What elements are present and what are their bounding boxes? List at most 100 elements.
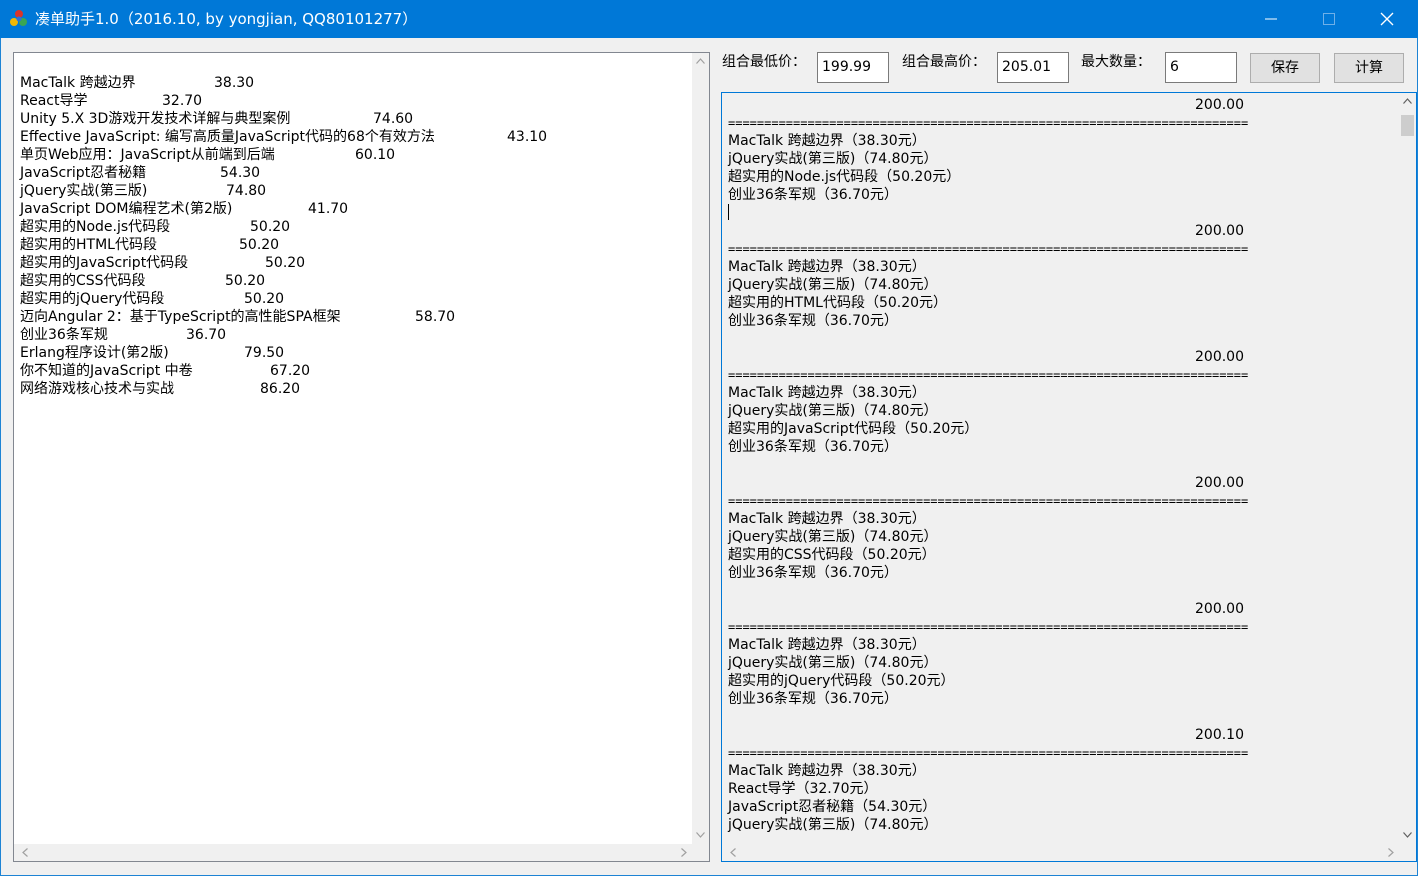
- book-price: 58.70: [415, 309, 456, 325]
- scroll-left-arrow-icon[interactable]: [16, 844, 33, 861]
- book-name: 超实用的Node.js代码段: [20, 219, 171, 235]
- book-price: 50.20: [244, 291, 285, 307]
- result-group: 200.00 ==================================…: [728, 474, 1388, 600]
- result-item: MacTalk 跨越边界（38.30元）: [728, 637, 926, 653]
- max-price-label: 组合最高价：: [902, 54, 986, 70]
- minimize-button[interactable]: [1242, 0, 1300, 38]
- max-count-input[interactable]: 6: [1165, 52, 1237, 83]
- max-price-input[interactable]: 205.01: [997, 52, 1069, 83]
- result-items: MacTalk 跨越边界（38.30元） jQuery实战(第三版)（74.80元…: [728, 636, 955, 708]
- book-price: 50.20: [225, 273, 266, 289]
- result-separator: ========================================…: [728, 746, 1249, 760]
- book-list-textbox[interactable]: MacTalk 跨越边界 38.30 React导学 32.70 Unity 5.X 3…: [13, 52, 710, 862]
- book-name: Erlang程序设计(第2版): [20, 345, 169, 361]
- result-total: 200.00: [1195, 475, 1244, 491]
- close-button[interactable]: [1358, 0, 1416, 38]
- book-list-vertical-scrollbar[interactable]: [692, 53, 709, 844]
- result-item: 创业36条军规（36.70元）: [728, 313, 898, 329]
- result-items: MacTalk 跨越边界（38.30元） React导学（32.70元） JavaS…: [728, 762, 937, 834]
- save-button[interactable]: 保存: [1250, 53, 1320, 83]
- book-row: JavaScript DOM编程艺术(第2版) 41.70: [20, 200, 435, 218]
- result-item: 超实用的Node.js代码段（50.20元）: [728, 169, 961, 185]
- book-price: 60.10: [355, 147, 396, 163]
- scroll-up-arrow-icon[interactable]: [1399, 93, 1416, 110]
- scroll-down-arrow-icon[interactable]: [1399, 827, 1416, 844]
- minimize-icon: [1265, 18, 1277, 20]
- result-item: jQuery实战(第三版)（74.80元）: [728, 655, 938, 671]
- book-name: 你不知道的JavaScript 中卷: [20, 363, 193, 379]
- result-items: MacTalk 跨越边界（38.30元） jQuery实战(第三版)（74.80元…: [728, 132, 960, 204]
- result-items: MacTalk 跨越边界（38.30元） jQuery实战(第三版)（74.80元…: [728, 510, 937, 582]
- book-row: 超实用的JavaScript代码段 50.20: [20, 254, 435, 272]
- result-item: 创业36条军规（36.70元）: [728, 187, 898, 203]
- result-separator: ========================================…: [728, 116, 1249, 130]
- result-item: MacTalk 跨越边界（38.30元）: [728, 259, 926, 275]
- book-price: 36.70: [186, 327, 227, 343]
- book-list-horizontal-scrollbar[interactable]: [14, 844, 692, 861]
- result-item: 超实用的CSS代码段（50.20元）: [728, 547, 936, 563]
- result-group: 200.00 ==================================…: [728, 96, 1388, 222]
- book-name: MacTalk 跨越边界: [20, 75, 136, 91]
- window-title: 凑单助手1.0（2016.10, by yongjian, QQ80101277…: [35, 10, 418, 28]
- book-name: Effective JavaScript: 编写高质量JavaScript代码的…: [20, 129, 435, 145]
- book-name: 超实用的jQuery代码段: [20, 291, 165, 307]
- min-price-input[interactable]: 199.99: [817, 52, 889, 83]
- book-name: JavaScript忍者秘籍: [20, 165, 147, 181]
- results-scroll-thumb[interactable]: [1401, 115, 1414, 136]
- book-price: 32.70: [162, 93, 203, 109]
- book-name: 创业36条军规: [20, 327, 108, 343]
- min-price-label: 组合最低价：: [722, 54, 806, 70]
- results-textbox[interactable]: 200.00 ==================================…: [721, 92, 1417, 862]
- result-item: jQuery实战(第三版)（74.80元）: [728, 151, 938, 167]
- book-row: MacTalk 跨越边界 38.30: [20, 74, 435, 92]
- book-row: Erlang程序设计(第2版) 79.50: [20, 344, 435, 362]
- result-item: 创业36条军规（36.70元）: [728, 439, 898, 455]
- result-total: 200.10: [1195, 727, 1244, 743]
- window-frame-left: [0, 38, 1, 876]
- book-name: 超实用的JavaScript代码段: [20, 255, 189, 271]
- book-name: 迈向Angular 2：基于TypeScript的高性能SPA框架: [20, 309, 341, 325]
- book-price: 41.70: [308, 201, 349, 217]
- result-separator: ========================================…: [728, 368, 1249, 382]
- book-row: jQuery实战(第三版) 74.80: [20, 182, 435, 200]
- result-item: 超实用的HTML代码段（50.20元）: [728, 295, 948, 311]
- result-item: jQuery实战(第三版)（74.80元）: [728, 529, 938, 545]
- book-row: React导学 32.70: [20, 92, 435, 110]
- book-price: 43.10: [507, 129, 548, 145]
- book-name: JavaScript DOM编程艺术(第2版): [20, 201, 233, 217]
- result-total: 200.00: [1195, 223, 1244, 239]
- book-price: 67.20: [270, 363, 311, 379]
- book-row: 超实用的CSS代码段 50.20: [20, 272, 435, 290]
- book-name: 单页Web应用：JavaScript从前端到后端: [20, 147, 275, 163]
- title-bar[interactable]: 凑单助手1.0（2016.10, by yongjian, QQ80101277…: [0, 0, 1418, 38]
- book-row: Unity 5.X 3D游戏开发技术详解与典型案例 74.60: [20, 110, 435, 128]
- results-vertical-scrollbar[interactable]: [1399, 93, 1416, 844]
- result-group: 200.00 ==================================…: [728, 222, 1388, 348]
- result-total: 200.00: [1195, 97, 1244, 113]
- text-caret: [728, 204, 729, 220]
- book-price: 74.80: [226, 183, 267, 199]
- result-total: 200.00: [1195, 601, 1244, 617]
- book-row: 网络游戏核心技术与实战 86.20: [20, 380, 435, 398]
- scroll-down-arrow-icon[interactable]: [692, 827, 709, 844]
- book-row: Effective JavaScript: 编写高质量JavaScript代码的…: [20, 128, 547, 146]
- calculate-button[interactable]: 计算: [1334, 53, 1404, 83]
- scroll-up-arrow-icon[interactable]: [692, 53, 709, 70]
- scrollbar-corner: [692, 844, 709, 861]
- maximize-icon: [1323, 13, 1335, 25]
- scroll-right-arrow-icon[interactable]: [675, 844, 692, 861]
- book-row: JavaScript忍者秘籍 54.30: [20, 164, 435, 182]
- scroll-right-arrow-icon[interactable]: [1382, 844, 1399, 861]
- scroll-left-arrow-icon[interactable]: [724, 844, 741, 861]
- result-items: MacTalk 跨越边界（38.30元） jQuery实战(第三版)（74.80元…: [728, 258, 947, 330]
- result-group: 200.00 ==================================…: [728, 348, 1388, 474]
- result-item: 超实用的jQuery代码段（50.20元）: [728, 673, 955, 689]
- results-horizontal-scrollbar[interactable]: [722, 844, 1399, 861]
- result-separator: ========================================…: [728, 494, 1249, 508]
- book-price: 54.30: [220, 165, 261, 181]
- result-separator: ========================================…: [728, 620, 1249, 634]
- book-name: Unity 5.X 3D游戏开发技术详解与典型案例: [20, 111, 291, 127]
- book-price: 79.50: [244, 345, 285, 361]
- book-name: 超实用的HTML代码段: [20, 237, 157, 253]
- maximize-button[interactable]: [1300, 0, 1358, 38]
